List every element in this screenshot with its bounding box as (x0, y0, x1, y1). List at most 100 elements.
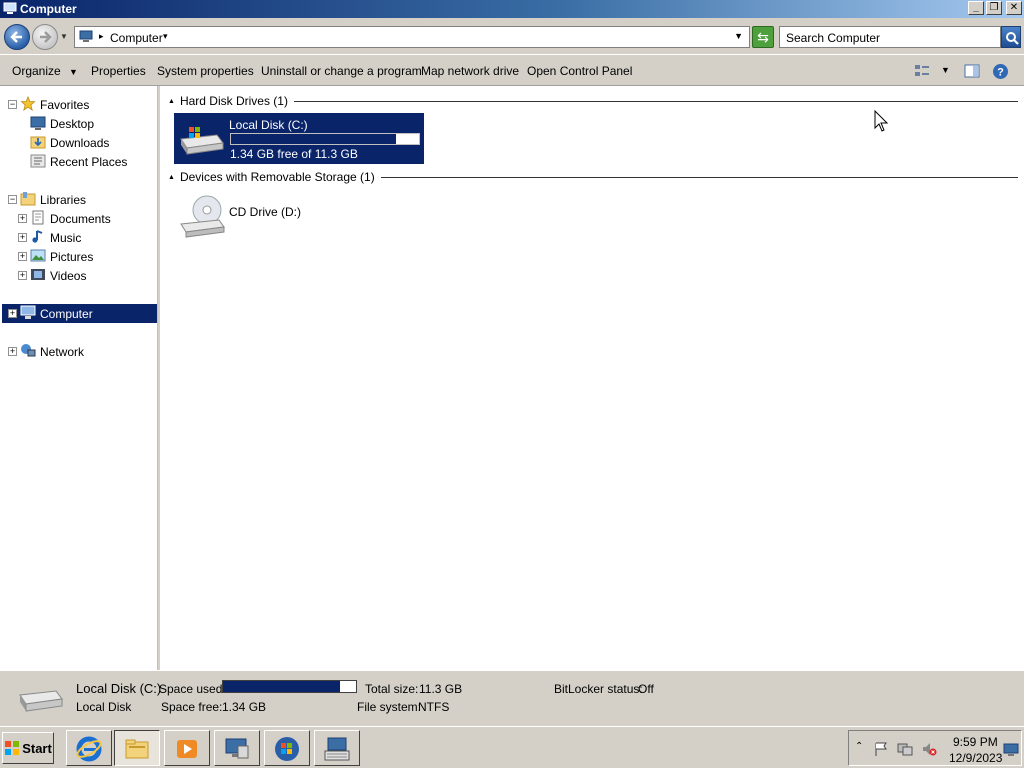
network-icon (21, 344, 36, 357)
drive-name: Local Disk (C:) (229, 118, 308, 132)
hard-drive-icon (19, 690, 63, 712)
properties-button[interactable]: Properties (91, 64, 146, 78)
expand-icon[interactable]: + (8, 309, 17, 318)
taskbar-internet-explorer[interactable] (66, 730, 112, 766)
show-hidden-icons-icon[interactable]: ⌃ (855, 741, 863, 752)
expand-icon[interactable]: + (18, 233, 27, 242)
chevron-down-icon: ▼ (69, 67, 78, 77)
expand-icon[interactable]: + (18, 271, 27, 280)
computer-icon (79, 30, 93, 42)
bitlocker-value: Off (638, 682, 654, 696)
minimize-button[interactable]: _ (968, 1, 984, 15)
collapse-icon[interactable]: − (8, 195, 17, 204)
group-divider (293, 100, 1018, 102)
search-icon (1006, 32, 1019, 45)
chevron-right-icon[interactable]: ▸ (99, 31, 104, 42)
space-free-label: Space free: (161, 700, 223, 714)
videos-icon (31, 269, 45, 280)
svg-text:?: ? (997, 67, 1004, 79)
nav-libraries[interactable]: − Libraries (0, 190, 158, 209)
start-button[interactable]: Start (2, 732, 54, 764)
clock-time[interactable]: 9:59 PM (953, 735, 998, 749)
view-options-dropdown-icon[interactable]: ▼ (941, 65, 950, 75)
taskbar-windows-explorer[interactable] (114, 730, 160, 766)
system-tray: ⌃ 9:59 PM 12/9/2023 (848, 730, 1022, 766)
open-control-panel-button[interactable]: Open Control Panel (527, 64, 632, 78)
space-used-fill (223, 681, 341, 692)
uninstall-program-button[interactable]: Uninstall or change a program (261, 64, 422, 78)
map-network-drive-button[interactable]: Map network drive (421, 64, 519, 78)
search-input[interactable]: Search Computer (779, 26, 1001, 48)
taskbar-media-player[interactable] (164, 730, 210, 766)
expand-icon[interactable]: + (8, 347, 17, 356)
space-free-value: 1.34 GB (222, 700, 267, 714)
forward-button[interactable] (32, 24, 58, 50)
address-bar: ▼ ▸ Computer ▾ ▼ ⇆ Search Computer (0, 18, 1024, 54)
group-header-removable-storage[interactable]: ▲ Devices with Removable Storage (1) (168, 170, 1018, 184)
show-desktop-icon[interactable] (1003, 743, 1019, 757)
nav-documents[interactable]: + Documents (0, 209, 158, 228)
help-icon[interactable]: ? (992, 63, 1009, 80)
documents-icon (32, 210, 44, 225)
content-pane: ▲ Hard Disk Drives (1) Local Disk (C:) 1… (160, 86, 1024, 670)
remote-desktop-icon (225, 738, 249, 759)
network-status-icon[interactable] (897, 741, 913, 757)
taskbar-windows-update[interactable] (264, 730, 310, 766)
space-used-bar (222, 680, 357, 693)
file-system-value: NTFS (418, 700, 450, 714)
nav-computer[interactable]: + Computer (2, 304, 157, 323)
clock-date[interactable]: 12/9/2023 (949, 751, 1002, 765)
breadcrumb-computer[interactable]: Computer (110, 31, 163, 45)
change-view-icon[interactable] (914, 63, 930, 79)
details-type: Local Disk (76, 700, 132, 714)
title-bar[interactable]: Computer _ ❐ ✕ (0, 0, 1024, 18)
details-title: Local Disk (C:) (76, 681, 162, 696)
computer-icon (3, 2, 17, 14)
collapse-icon[interactable]: − (8, 100, 17, 109)
taskbar-keyboard[interactable] (314, 730, 360, 766)
search-button[interactable] (1001, 26, 1021, 48)
preview-pane-icon[interactable] (964, 63, 980, 79)
expand-icon[interactable]: + (18, 252, 27, 261)
drive-cd-drive-d[interactable]: CD Drive (D:) (174, 189, 334, 240)
drive-usage-fill (231, 134, 397, 144)
nav-network[interactable]: + Network (0, 342, 158, 361)
total-size-label: Total size: (365, 682, 419, 696)
taskbar-remote-desktop[interactable] (214, 730, 260, 766)
action-center-flag-icon[interactable] (873, 741, 889, 757)
address-history-dropdown-icon[interactable]: ▼ (734, 31, 743, 41)
pictures-icon (30, 249, 46, 262)
navigation-pane: − Favorites Desktop Downloads Recent Pla… (0, 86, 158, 670)
downloads-folder-icon (30, 136, 46, 149)
address-field[interactable]: ▸ Computer ▾ ▼ (74, 26, 750, 48)
expand-icon[interactable]: + (18, 214, 27, 223)
maximize-button[interactable]: ❐ (986, 1, 1002, 15)
nav-music[interactable]: + Music (0, 228, 158, 247)
organize-menu[interactable]: Organize ▼ (12, 64, 78, 78)
chevron-down-icon[interactable]: ▾ (163, 31, 168, 42)
bitlocker-label: BitLocker status: (554, 682, 643, 696)
windows-icon (275, 737, 299, 761)
close-button[interactable]: ✕ (1006, 1, 1022, 15)
star-icon (20, 96, 36, 111)
nav-pictures[interactable]: + Pictures (0, 247, 158, 266)
nav-recent-places[interactable]: Recent Places (0, 152, 158, 171)
collapse-group-icon[interactable]: ▲ (168, 174, 175, 181)
volume-muted-icon[interactable] (921, 741, 937, 757)
drive-local-disk-c[interactable]: Local Disk (C:) 1.34 GB free of 11.3 GB (174, 113, 424, 164)
arrow-left-icon (10, 31, 22, 43)
media-player-icon (177, 740, 197, 758)
collapse-group-icon[interactable]: ▲ (168, 98, 175, 105)
group-header-hard-disk-drives[interactable]: ▲ Hard Disk Drives (1) (168, 94, 1018, 108)
system-properties-button[interactable]: System properties (157, 64, 254, 78)
back-button[interactable] (4, 24, 30, 50)
nav-desktop[interactable]: Desktop (0, 114, 158, 133)
recent-pages-dropdown-icon[interactable]: ▼ (60, 32, 68, 41)
cd-drive-icon (180, 195, 225, 238)
windows-logo-icon (5, 741, 20, 755)
nav-videos[interactable]: + Videos (0, 266, 158, 285)
nav-favorites[interactable]: − Favorites (0, 95, 158, 114)
nav-downloads[interactable]: Downloads (0, 133, 158, 152)
refresh-button[interactable]: ⇆ (752, 26, 774, 48)
drive-name: CD Drive (D:) (229, 205, 301, 219)
